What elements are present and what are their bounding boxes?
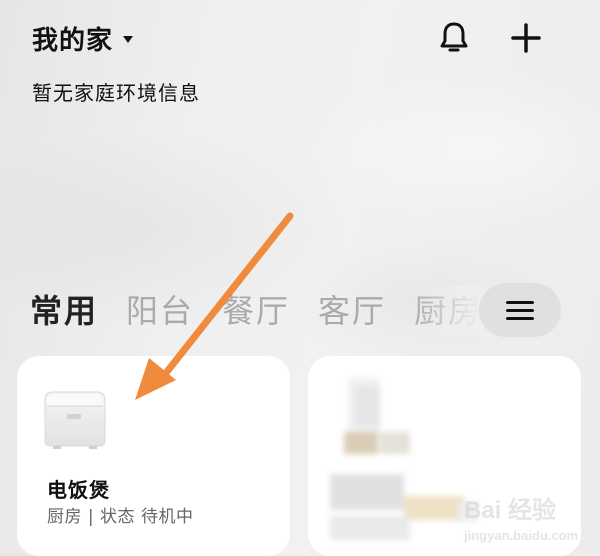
- device-card-blurred[interactable]: [308, 356, 581, 556]
- rice-cooker-icon: [44, 391, 106, 449]
- tab-living-room[interactable]: 客厅: [318, 286, 386, 336]
- add-device-button[interactable]: [505, 17, 547, 59]
- tab-dining-room[interactable]: 餐厅: [222, 286, 290, 336]
- device-status: 厨房 | 状态 待机中: [47, 507, 194, 527]
- environment-info: 暂无家庭环境信息: [32, 81, 200, 105]
- menu-icon: [506, 300, 534, 320]
- notifications-button[interactable]: [434, 18, 474, 58]
- caret-down-icon: [123, 36, 134, 43]
- room-menu-button[interactable]: [479, 283, 561, 337]
- device-card-rice-cooker[interactable]: 电饭煲 厨房 | 状态 待机中: [17, 356, 290, 556]
- tab-common[interactable]: 常用: [30, 286, 98, 336]
- room-tabs: 常用 阳台 餐厅 客厅 厨房: [30, 286, 480, 336]
- home-title: 我的家: [32, 26, 114, 56]
- tab-balcony[interactable]: 阳台: [126, 286, 194, 336]
- device-name: 电饭煲: [47, 478, 110, 502]
- blurred-device-content: [308, 356, 581, 556]
- tab-kitchen[interactable]: 厨房: [414, 286, 480, 336]
- plus-icon: [511, 23, 541, 53]
- bell-icon: [440, 22, 468, 52]
- home-switcher[interactable]: 我的家: [32, 20, 134, 57]
